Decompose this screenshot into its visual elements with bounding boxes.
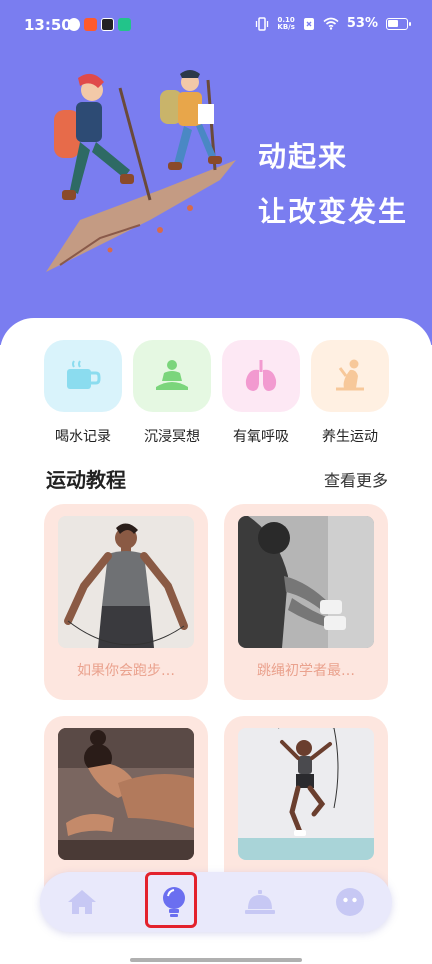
status-right: 0.10 KB/s 53% xyxy=(255,16,411,31)
selected-tab-highlight xyxy=(145,872,197,928)
quick-action-label: 养生运动 xyxy=(322,429,378,445)
status-time: 13:50 xyxy=(24,16,72,34)
tutorial-card[interactable]: 如果你会跑步… xyxy=(44,504,208,700)
quick-action-label: 喝水记录 xyxy=(55,429,111,445)
service-bell-icon xyxy=(245,890,275,914)
tutorial-photo xyxy=(238,728,374,860)
quick-action-water-log[interactable]: 喝水记录 xyxy=(44,340,124,446)
app-notification-icon xyxy=(118,18,131,31)
quick-action-meditation[interactable]: 沉浸冥想 xyxy=(133,340,213,446)
tutorial-photo xyxy=(58,516,194,648)
hero-subheadline: 让改变发生 xyxy=(258,195,409,228)
nav-service[interactable] xyxy=(230,872,290,932)
quick-tile xyxy=(133,340,211,412)
app-notification-icon xyxy=(101,18,114,31)
app-notification-icon xyxy=(68,18,80,31)
battery-percent: 53% xyxy=(346,16,378,31)
section-title: 运动教程 xyxy=(46,468,126,492)
see-more-link[interactable]: 查看更多 xyxy=(324,467,388,491)
quick-tile xyxy=(44,340,122,412)
quick-action-wellness-exercise[interactable]: 养生运动 xyxy=(311,340,391,446)
tutorial-photo xyxy=(238,516,374,648)
main-content: 喝水记录 沉浸冥想 有氧呼吸 养生运动 运动教程 查看更多 如果你会跑步… 跳绳… xyxy=(0,318,432,964)
skipping-woman-image xyxy=(238,728,374,860)
network-speed: 0.10 KB/s xyxy=(277,16,295,31)
bottom-navigation xyxy=(40,872,392,932)
jump-rope-woman-image xyxy=(58,516,194,648)
hero-headline: 动起来 xyxy=(258,140,349,173)
tutorial-photo xyxy=(58,728,194,860)
nav-home[interactable] xyxy=(52,872,112,932)
wifi-icon xyxy=(323,17,339,30)
app-screen: 13:50 0.10 KB/s 53% 动起来 让改变发生 喝水记录 沉浸冥想 … xyxy=(0,0,432,964)
home-indicator[interactable] xyxy=(130,958,302,962)
cup-icon xyxy=(67,360,101,389)
notification-icons xyxy=(68,18,131,31)
status-bar: 13:50 0.10 KB/s 53% xyxy=(0,0,432,52)
sim-x-icon xyxy=(303,17,314,30)
tutorial-title: 如果你会跑步… xyxy=(77,663,175,679)
hero-banner: 13:50 0.10 KB/s 53% 动起来 让改变发生 xyxy=(0,0,432,345)
net-speed-unit: KB/s xyxy=(277,22,295,31)
meditation-icon xyxy=(156,360,188,390)
quick-action-label: 有氧呼吸 xyxy=(233,429,289,445)
quick-tile xyxy=(222,340,300,412)
tutorial-section-header: 运动教程 查看更多 xyxy=(46,464,388,492)
lungs-icon xyxy=(245,360,277,391)
tutorial-card[interactable]: 跳绳初学者最… xyxy=(224,504,388,700)
home-icon xyxy=(68,890,96,914)
quick-actions: 喝水记录 沉浸冥想 有氧呼吸 养生运动 xyxy=(0,340,432,450)
wrist-wrap-athlete-image xyxy=(238,516,374,648)
face-icon xyxy=(336,888,364,916)
quick-action-label: 沉浸冥想 xyxy=(144,429,200,445)
nav-profile[interactable] xyxy=(320,872,380,932)
yoga-icon xyxy=(336,359,364,391)
quick-action-breathing[interactable]: 有氧呼吸 xyxy=(222,340,302,446)
quick-tile xyxy=(311,340,389,412)
battery-icon xyxy=(386,17,411,30)
hikers-illustration xyxy=(46,70,236,272)
app-notification-icon xyxy=(84,18,97,31)
vibrate-icon xyxy=(256,16,269,31)
tutorial-title: 跳绳初学者最… xyxy=(257,663,355,679)
plank-woman-image xyxy=(58,728,194,860)
